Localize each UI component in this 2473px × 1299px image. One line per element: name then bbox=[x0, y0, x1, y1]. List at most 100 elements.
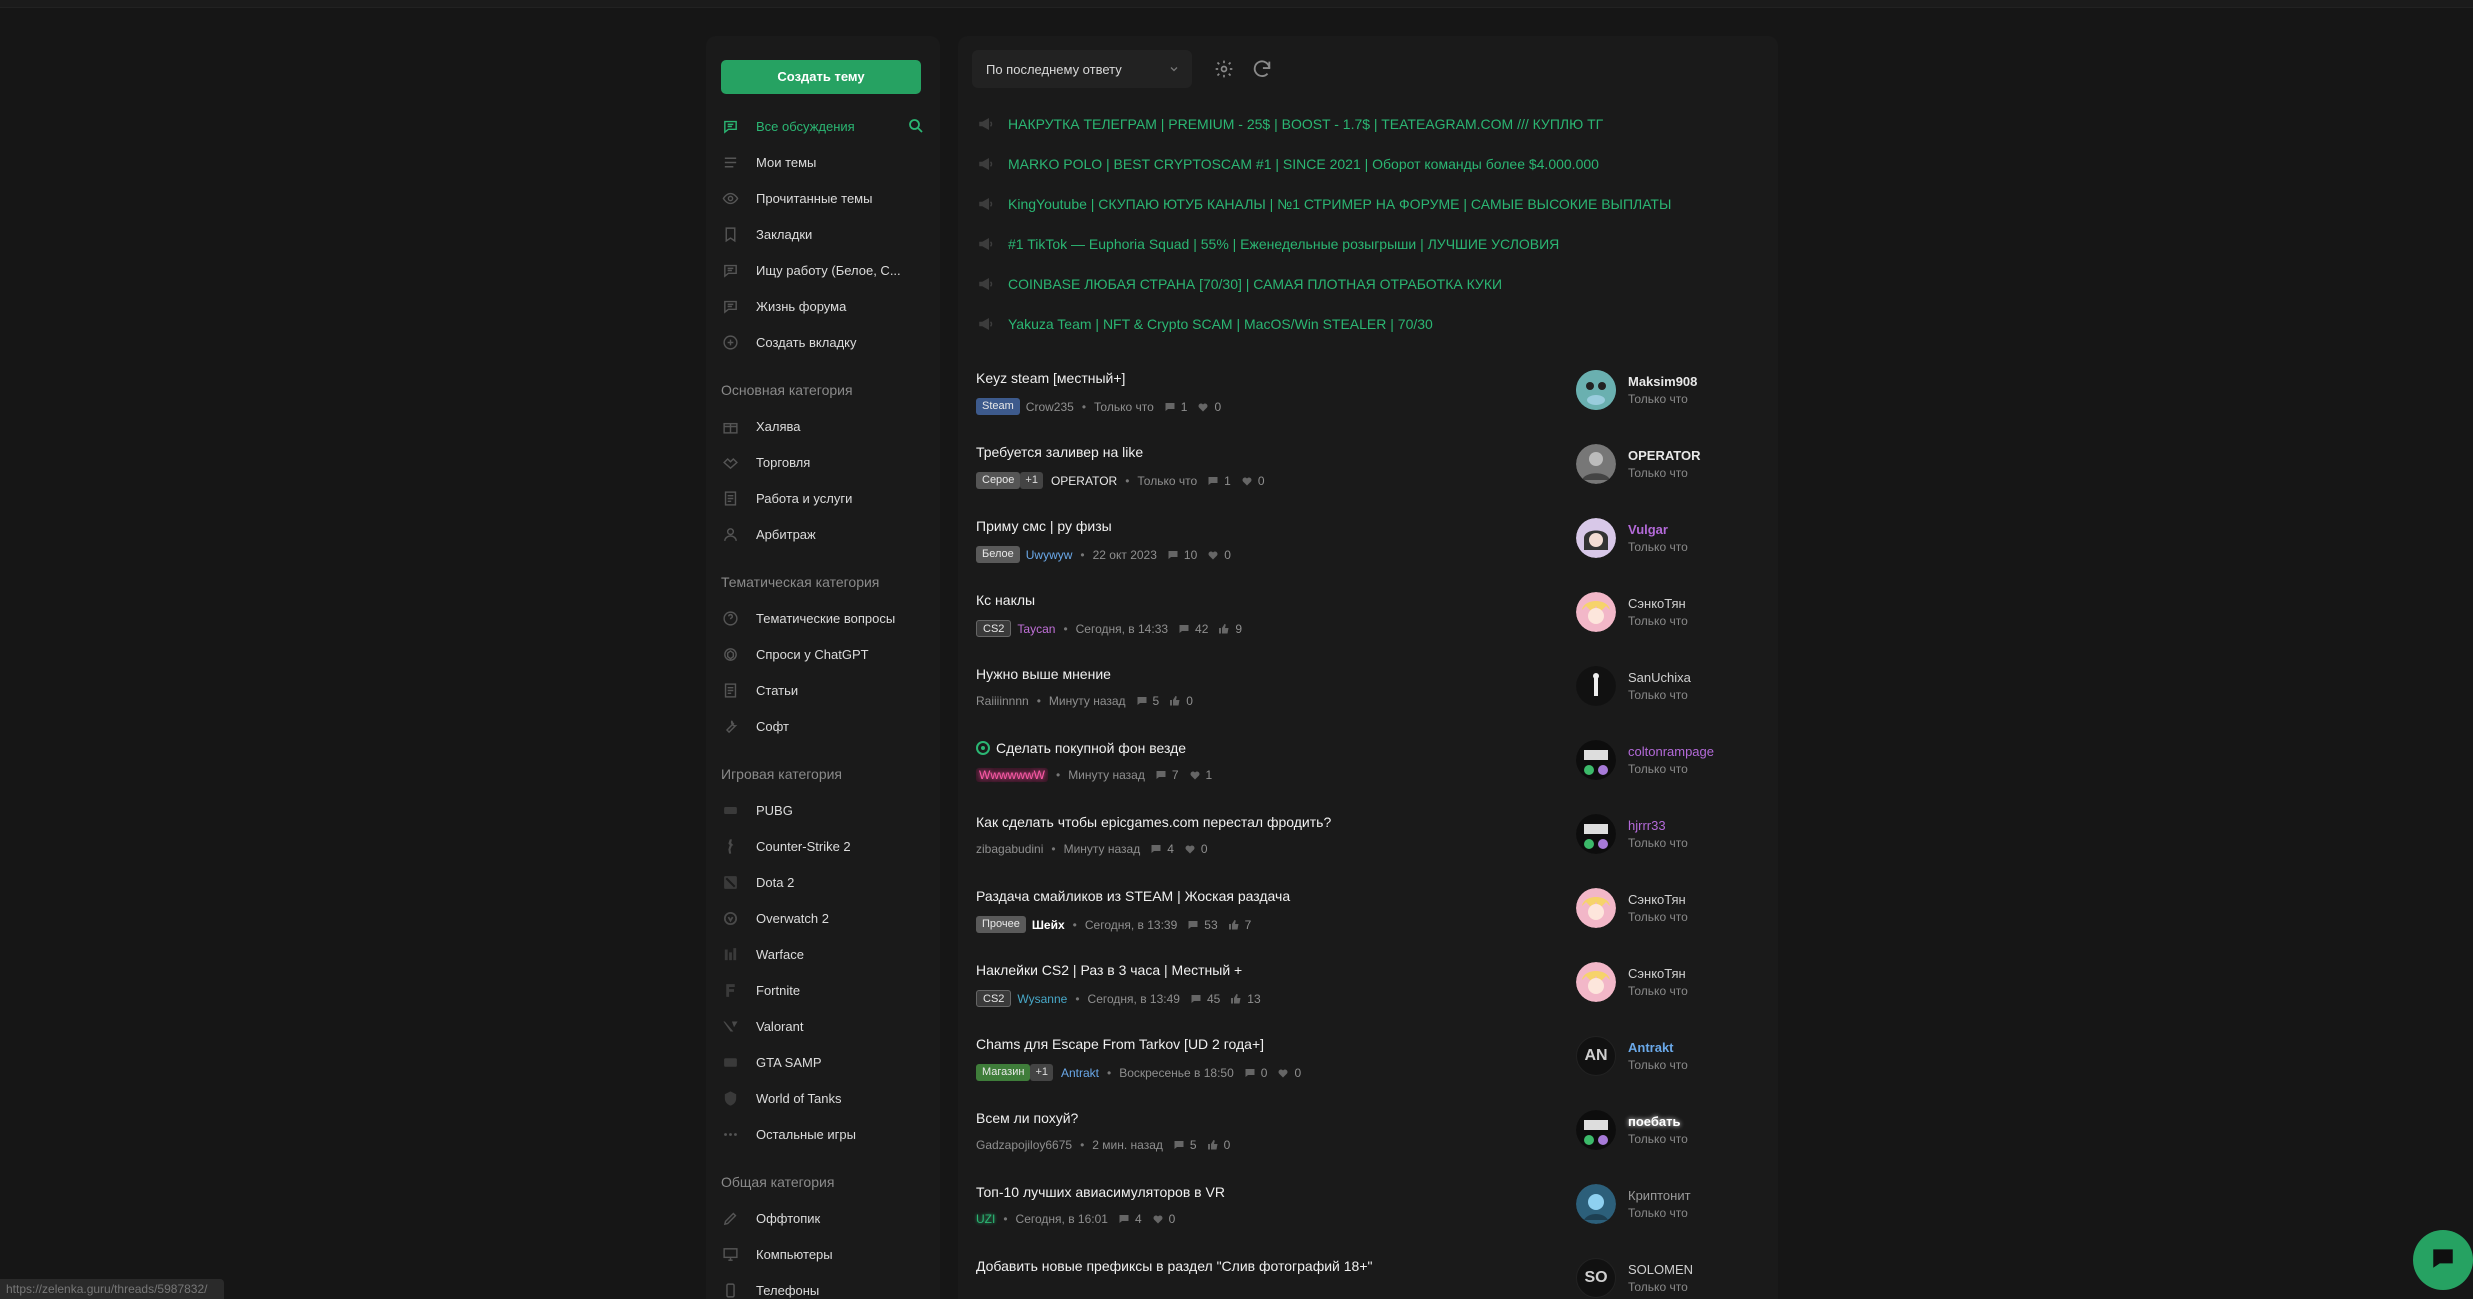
thread-title[interactable]: Раздача смайликов из STEAM | Жоская разд… bbox=[976, 888, 1290, 904]
thread-title[interactable]: Топ-10 лучших авиасимуляторов в VR bbox=[976, 1184, 1225, 1200]
thread-author[interactable]: Wysanne bbox=[1017, 992, 1067, 1006]
sidebar-item-cs2[interactable]: Counter-Strike 2 bbox=[721, 828, 925, 864]
avatar[interactable] bbox=[1576, 444, 1616, 484]
refresh-icon[interactable] bbox=[1250, 57, 1274, 81]
last-reply-user[interactable]: SanUchixa bbox=[1628, 670, 1691, 685]
sidebar-item-thematic-questions[interactable]: Тематические вопросы bbox=[721, 600, 925, 636]
thread-author[interactable]: Antrakt bbox=[1061, 1066, 1099, 1080]
last-reply[interactable]: СэнкоТян Только что bbox=[1576, 888, 1688, 928]
avatar[interactable] bbox=[1576, 592, 1616, 632]
thread-title[interactable]: Chams для Escape From Tarkov [UD 2 года+… bbox=[976, 1036, 1264, 1052]
thread-prefix-extra[interactable]: +1 bbox=[1020, 472, 1043, 489]
sidebar-item-other-games[interactable]: Остальные игры bbox=[721, 1116, 925, 1152]
last-reply-user[interactable]: СэнкоТян bbox=[1628, 892, 1688, 907]
thread-author[interactable]: Raiiiinnnn bbox=[976, 694, 1029, 708]
last-reply[interactable]: SO SOLOMEN Только что bbox=[1576, 1258, 1693, 1298]
last-reply-user[interactable]: SOLOMEN bbox=[1628, 1262, 1693, 1277]
last-reply-user[interactable]: поебать bbox=[1628, 1114, 1688, 1129]
avatar[interactable] bbox=[1576, 814, 1616, 854]
sidebar-item-gta-samp[interactable]: GTA SAMP bbox=[721, 1044, 925, 1080]
sidebar-item-overwatch2[interactable]: Overwatch 2 bbox=[721, 900, 925, 936]
thread-title[interactable]: Кс наклы bbox=[976, 592, 1035, 608]
avatar[interactable]: SO bbox=[1576, 1258, 1616, 1298]
thread-author[interactable]: Crow235 bbox=[1026, 400, 1074, 414]
thread-author[interactable]: zibagabudini bbox=[976, 842, 1043, 856]
last-reply[interactable]: OPERATOR Только что bbox=[1576, 444, 1700, 484]
sidebar-item-freebies[interactable]: Халява bbox=[721, 408, 925, 444]
thread-prefix[interactable]: CS2 bbox=[976, 620, 1012, 637]
last-reply-user[interactable]: Криптонит bbox=[1628, 1188, 1691, 1203]
thread-title[interactable]: Добавить новые префиксы в раздел "Слив ф… bbox=[976, 1258, 1372, 1274]
last-reply[interactable]: AN Antrakt Только что bbox=[1576, 1036, 1688, 1076]
last-reply[interactable]: Maksim908 Только что bbox=[1576, 370, 1697, 410]
thread-title[interactable]: Приму смс | ру физы bbox=[976, 518, 1112, 534]
sidebar-item-computers[interactable]: Компьютеры bbox=[721, 1236, 925, 1272]
last-reply[interactable]: Криптонит Только что bbox=[1576, 1184, 1691, 1224]
sidebar-item-offtopic[interactable]: Оффтопик bbox=[721, 1200, 925, 1236]
sidebar-item-fortnite[interactable]: Fortnite bbox=[721, 972, 925, 1008]
last-reply[interactable]: Vulgar Только что bbox=[1576, 518, 1688, 558]
sidebar-item-world-of-tanks[interactable]: World of Tanks bbox=[721, 1080, 925, 1116]
thread-author[interactable]: Taycan bbox=[1017, 622, 1055, 636]
thread-author[interactable]: WwwwwwW bbox=[976, 768, 1048, 782]
sidebar-item-job-search[interactable]: Ищу работу (Белое, С... bbox=[721, 252, 925, 288]
avatar[interactable]: AN bbox=[1576, 1036, 1616, 1076]
thread-prefix[interactable]: Белое bbox=[976, 546, 1020, 563]
sidebar-item-bookmarks[interactable]: Закладки bbox=[721, 216, 925, 252]
thread-prefix-extra[interactable]: +1 bbox=[1030, 1064, 1053, 1081]
last-reply[interactable]: поебать Только что bbox=[1576, 1110, 1688, 1150]
sidebar-item-all-discussions[interactable]: Все обсуждения bbox=[721, 108, 925, 144]
sidebar-item-pubg[interactable]: PUBG bbox=[721, 792, 925, 828]
last-reply-user[interactable]: СэнкоТян bbox=[1628, 966, 1688, 981]
last-reply[interactable]: SanUchixa Только что bbox=[1576, 666, 1691, 706]
pinned-thread[interactable]: COINBASE ЛЮБАЯ СТРАНА [70/30] | САМАЯ ПЛ… bbox=[976, 264, 1766, 304]
sidebar-item-articles[interactable]: Статьи bbox=[721, 672, 925, 708]
last-reply-user[interactable]: Maksim908 bbox=[1628, 374, 1697, 389]
last-reply[interactable]: СэнкоТян Только что bbox=[1576, 592, 1688, 632]
avatar[interactable] bbox=[1576, 888, 1616, 928]
sidebar-item-read-threads[interactable]: Прочитанные темы bbox=[721, 180, 925, 216]
thread-author[interactable]: OPERATOR bbox=[1051, 474, 1117, 488]
last-reply-user[interactable]: Antrakt bbox=[1628, 1040, 1688, 1055]
avatar[interactable] bbox=[1576, 370, 1616, 410]
thread-title[interactable]: Всем ли похуй? bbox=[976, 1110, 1078, 1126]
gear-icon[interactable] bbox=[1212, 57, 1236, 81]
last-reply-user[interactable]: OPERATOR bbox=[1628, 448, 1700, 463]
search-icon[interactable] bbox=[907, 117, 925, 135]
pinned-thread[interactable]: НАКРУТКА ТЕЛЕГРАМ | PREMIUM - 25$ | BOOS… bbox=[976, 104, 1766, 144]
last-reply[interactable]: hjrrr33 Только что bbox=[1576, 814, 1688, 854]
thread-title[interactable]: Нужно выше мнение bbox=[976, 666, 1111, 682]
sidebar-item-arbitrage[interactable]: Арбитраж bbox=[721, 516, 925, 552]
chat-button[interactable] bbox=[2413, 1230, 2473, 1290]
thread-title[interactable]: Keyz steam [местный+] bbox=[976, 370, 1125, 386]
thread-prefix[interactable]: Серое bbox=[976, 472, 1021, 489]
last-reply-user[interactable]: hjrrr33 bbox=[1628, 818, 1688, 833]
sidebar-item-soft[interactable]: Софт bbox=[721, 708, 925, 744]
thread-prefix[interactable]: Магазин bbox=[976, 1064, 1031, 1081]
pinned-thread[interactable]: Yakuza Team | NFT & Crypto SCAM | MacOS/… bbox=[976, 304, 1766, 344]
avatar[interactable] bbox=[1576, 1110, 1616, 1150]
create-thread-button[interactable]: Создать тему bbox=[721, 60, 921, 94]
pinned-thread[interactable]: KingYoutube | СКУПАЮ ЮТУБ КАНАЛЫ | №1 СТ… bbox=[976, 184, 1766, 224]
last-reply[interactable]: СэнкоТян Только что bbox=[1576, 962, 1688, 1002]
sort-dropdown[interactable]: По последнему ответу bbox=[972, 50, 1192, 88]
sidebar-item-phones[interactable]: Телефоны bbox=[721, 1272, 925, 1299]
avatar[interactable] bbox=[1576, 666, 1616, 706]
thread-title[interactable]: Требуется заливер на like bbox=[976, 444, 1143, 460]
sidebar-item-chatgpt[interactable]: Спроси у ChatGPT bbox=[721, 636, 925, 672]
sidebar-item-forum-life[interactable]: Жизнь форума bbox=[721, 288, 925, 324]
sidebar-item-work[interactable]: Работа и услуги bbox=[721, 480, 925, 516]
sidebar-item-my-threads[interactable]: Мои темы bbox=[721, 144, 925, 180]
sidebar-item-dota2[interactable]: Dota 2 bbox=[721, 864, 925, 900]
thread-title-wrap[interactable]: Сделать покупной фон везде bbox=[976, 740, 1186, 756]
thread-prefix[interactable]: Прочее bbox=[976, 916, 1026, 933]
sidebar-item-valorant[interactable]: Valorant bbox=[721, 1008, 925, 1044]
thread-prefix[interactable]: Steam bbox=[976, 398, 1020, 415]
thread-title[interactable]: Наклейки CS2 | Раз в 3 часа | Местный + bbox=[976, 962, 1242, 978]
last-reply[interactable]: coltonrampage Только что bbox=[1576, 740, 1714, 780]
thread-author[interactable]: UZI bbox=[976, 1212, 995, 1226]
last-reply-user[interactable]: Vulgar bbox=[1628, 522, 1688, 537]
thread-prefix[interactable]: CS2 bbox=[976, 990, 1012, 1007]
thread-author[interactable]: Шейх bbox=[1032, 918, 1065, 932]
sidebar-item-create-tab[interactable]: Создать вкладку bbox=[721, 324, 925, 360]
